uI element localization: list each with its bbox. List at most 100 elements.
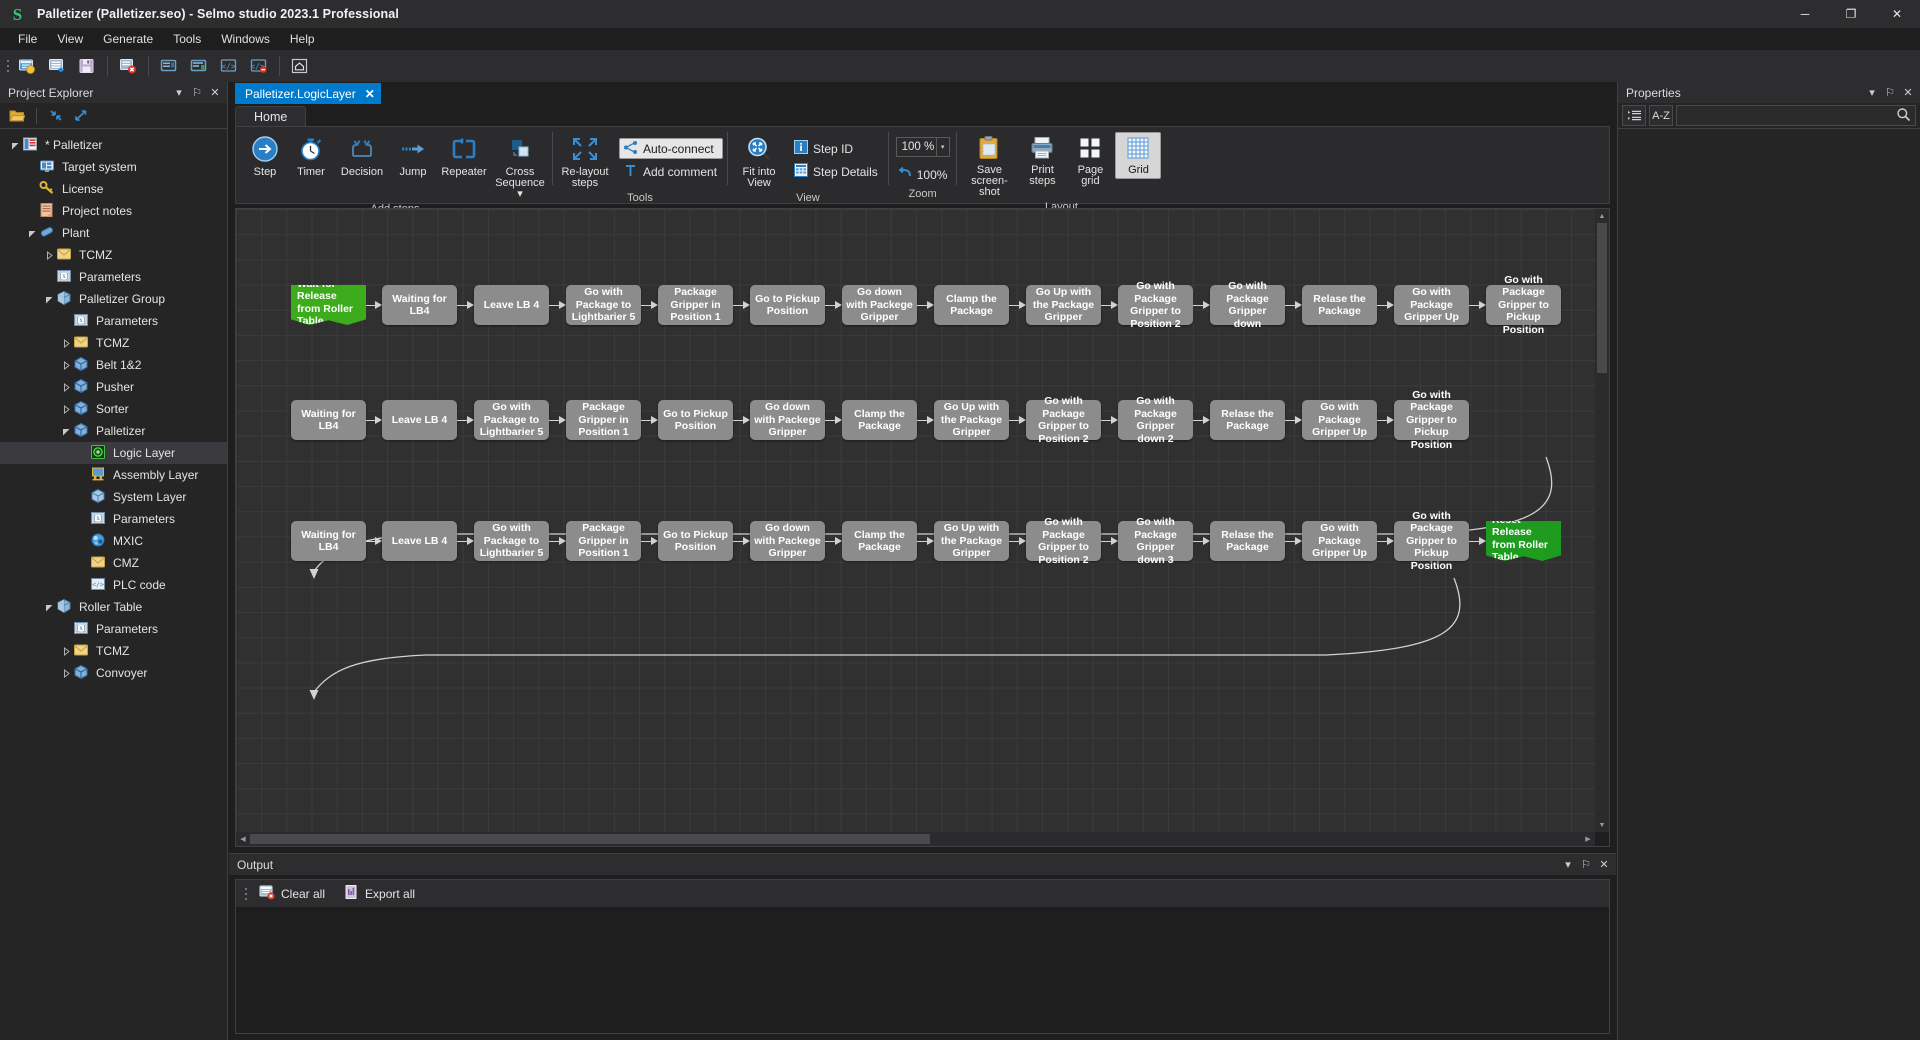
diagram-step-node[interactable]: Go with Package Gripper Up bbox=[1394, 285, 1469, 325]
tree-item-palletizer[interactable]: Palletizer bbox=[0, 420, 227, 442]
tree-item-plant[interactable]: Plant bbox=[0, 222, 227, 244]
output-toolbar-grip[interactable] bbox=[242, 884, 250, 904]
diagram-step-node[interactable]: Go with Package Gripper down 3 bbox=[1118, 516, 1193, 566]
chevron-right-icon[interactable] bbox=[59, 640, 73, 662]
diagram-step-node[interactable]: Waiting for LB4 bbox=[291, 400, 366, 440]
diagram-step-node[interactable]: Go with Package Gripper to Pickup Positi… bbox=[1486, 274, 1561, 336]
diagram-step-node[interactable]: Go with Package Gripper to Pickup Positi… bbox=[1394, 510, 1469, 572]
close-icon[interactable]: ✕ bbox=[1900, 84, 1916, 101]
tree-item-convoyer[interactable]: Convoyer bbox=[0, 662, 227, 684]
open-folder-icon[interactable] bbox=[6, 106, 28, 126]
categorized-view-icon[interactable] bbox=[1622, 105, 1646, 126]
maximize-button[interactable]: ❐ bbox=[1828, 0, 1874, 28]
chevron-down-icon[interactable] bbox=[8, 134, 22, 156]
search-icon[interactable] bbox=[1896, 107, 1911, 125]
diagram-step-node[interactable]: Leave LB 4 bbox=[474, 285, 549, 325]
tree-item-pusher[interactable]: Pusher bbox=[0, 376, 227, 398]
horizontal-scroll-thumb[interactable] bbox=[250, 834, 930, 844]
auto-connect-toggle[interactable]: Auto-connect bbox=[619, 138, 724, 159]
minimize-button[interactable]: ─ bbox=[1782, 0, 1828, 28]
grid-toggle-button[interactable]: Grid bbox=[1115, 132, 1162, 179]
diagram-step-node[interactable]: Go with Package Gripper Up bbox=[1302, 521, 1377, 561]
menu-item-help[interactable]: Help bbox=[280, 29, 325, 49]
step-id-toggle[interactable]: Step ID bbox=[790, 138, 884, 159]
diagram-step-node[interactable]: Relase the Package bbox=[1210, 521, 1285, 561]
diagram-step-node[interactable]: Go Up with the Package Gripper bbox=[1026, 285, 1101, 325]
menu-item-windows[interactable]: Windows bbox=[211, 29, 280, 49]
tree-item-parameters[interactable]: [x] Parameters bbox=[0, 310, 227, 332]
vertical-scroll-thumb[interactable] bbox=[1597, 223, 1607, 373]
relayout-steps-button[interactable]: Re-layout steps bbox=[557, 132, 613, 192]
diagram-step-node[interactable]: Leave LB 4 bbox=[382, 400, 457, 440]
tree-item-cmz[interactable]: CMZ bbox=[0, 552, 227, 574]
tab-home[interactable]: Home bbox=[235, 106, 307, 126]
add-decision-button[interactable]: Decision bbox=[334, 132, 390, 181]
properties-grid[interactable] bbox=[1618, 129, 1920, 1040]
reset-zoom-button[interactable]: 100% bbox=[893, 164, 953, 185]
diagram-step-node[interactable]: Package Gripper in Position 1 bbox=[566, 400, 641, 440]
step-details-toggle[interactable]: Step Details bbox=[790, 161, 884, 182]
tree-item-palletizer[interactable]: * Palletizer bbox=[0, 134, 227, 156]
diagram-step-node[interactable]: Go with Package to Lightbarier 5 bbox=[566, 285, 641, 325]
chevron-down-icon[interactable] bbox=[42, 596, 56, 618]
diagram-step-node[interactable]: Leave LB 4 bbox=[382, 521, 457, 561]
chevron-down-icon[interactable] bbox=[25, 222, 39, 244]
scroll-right-icon[interactable]: ▶ bbox=[1581, 832, 1595, 846]
delete-code-icon[interactable]: </> bbox=[246, 53, 272, 79]
diagram-step-node[interactable]: Package Gripper in Position 1 bbox=[566, 521, 641, 561]
menu-item-tools[interactable]: Tools bbox=[163, 29, 211, 49]
save-screenshot-button[interactable]: Save screen-shot bbox=[961, 132, 1017, 201]
tree-item-project-notes[interactable]: Project notes bbox=[0, 200, 227, 222]
diagram-step-node[interactable]: Go Up with the Package Gripper bbox=[934, 521, 1009, 561]
show-window-icon[interactable] bbox=[156, 53, 182, 79]
tree-item-tcmz[interactable]: TCMZ bbox=[0, 244, 227, 266]
logic-layer-canvas[interactable]: Wait for Release from Roller Table Waitin… bbox=[236, 209, 1595, 832]
tree-item-tcmz[interactable]: TCMZ bbox=[0, 640, 227, 662]
diagram-step-node[interactable]: Go with Package to Lightbarier 5 bbox=[474, 400, 549, 440]
add-step-button[interactable]: Step bbox=[242, 132, 288, 181]
document-tab-palletizer-logiclayer[interactable]: Palletizer.LogicLayer ✕ bbox=[235, 83, 381, 104]
open-project-icon[interactable] bbox=[44, 53, 70, 79]
tree-item-sorter[interactable]: Sorter bbox=[0, 398, 227, 420]
menu-item-file[interactable]: File bbox=[8, 29, 47, 49]
scroll-left-icon[interactable]: ◀ bbox=[236, 832, 250, 846]
diagram-step-node[interactable]: Go to Pickup Position bbox=[750, 285, 825, 325]
diagram-step-node[interactable]: Relase the Package bbox=[1210, 400, 1285, 440]
diagram-step-node[interactable]: Go to Pickup Position bbox=[658, 400, 733, 440]
add-cross-sequence-button[interactable]: Cross Sequence ▾ bbox=[492, 132, 548, 203]
diagram-step-node[interactable]: Package Gripper in Position 1 bbox=[658, 285, 733, 325]
scroll-up-icon[interactable]: ▲ bbox=[1595, 209, 1609, 223]
diagram-step-node[interactable]: Go with Package Gripper to Pickup Positi… bbox=[1394, 389, 1469, 451]
diagram-step-node[interactable]: Go with Package Gripper Up bbox=[1302, 400, 1377, 440]
sort-az-button[interactable]: A-Z bbox=[1649, 105, 1673, 126]
project-tree[interactable]: * Palletizer Target system License Project … bbox=[0, 129, 227, 1040]
page-grid-button[interactable]: Page grid bbox=[1067, 132, 1113, 190]
tree-item-plc-code[interactable]: </> PLC code bbox=[0, 574, 227, 596]
pin-icon[interactable]: ⚐ bbox=[1578, 856, 1594, 873]
clear-all-button[interactable]: Clear all bbox=[250, 883, 334, 905]
diagram-step-node[interactable]: Clamp the Package bbox=[842, 521, 917, 561]
diagram-step-node[interactable]: Go down with Packege Gripper bbox=[842, 285, 917, 325]
tree-item-system-layer[interactable]: System Layer bbox=[0, 486, 227, 508]
chevron-down-icon[interactable] bbox=[42, 288, 56, 310]
chevron-right-icon[interactable] bbox=[59, 354, 73, 376]
chevron-down-icon[interactable]: ▾ bbox=[171, 84, 187, 101]
tree-item-tcmz[interactable]: TCMZ bbox=[0, 332, 227, 354]
diagram-step-node[interactable]: Clamp the Package bbox=[934, 285, 1009, 325]
diagram-step-node[interactable]: Go down with Packege Gripper bbox=[750, 521, 825, 561]
diagram-step-node[interactable]: Go with Package to Lightbarier 5 bbox=[474, 521, 549, 561]
tree-item-license[interactable]: License bbox=[0, 178, 227, 200]
tree-item-mxic[interactable]: MXIC bbox=[0, 530, 227, 552]
tree-item-parameters[interactable]: [x] Parameters bbox=[0, 618, 227, 640]
save-project-icon[interactable] bbox=[74, 53, 100, 79]
diagram-step-node[interactable]: Waiting for LB4 bbox=[291, 521, 366, 561]
diagram-step-node[interactable]: Go with Package Gripper to Position 2 bbox=[1026, 516, 1101, 566]
menu-item-view[interactable]: View bbox=[47, 29, 93, 49]
generate-code-icon[interactable]: </> bbox=[216, 53, 242, 79]
scroll-down-icon[interactable]: ▼ bbox=[1595, 818, 1609, 832]
fit-into-view-button[interactable]: Fit into View bbox=[736, 132, 782, 192]
chevron-right-icon[interactable] bbox=[59, 662, 73, 684]
home-icon[interactable] bbox=[287, 53, 313, 79]
close-button[interactable]: ✕ bbox=[1874, 0, 1920, 28]
diagram-step-node[interactable]: Clamp the Package bbox=[842, 400, 917, 440]
